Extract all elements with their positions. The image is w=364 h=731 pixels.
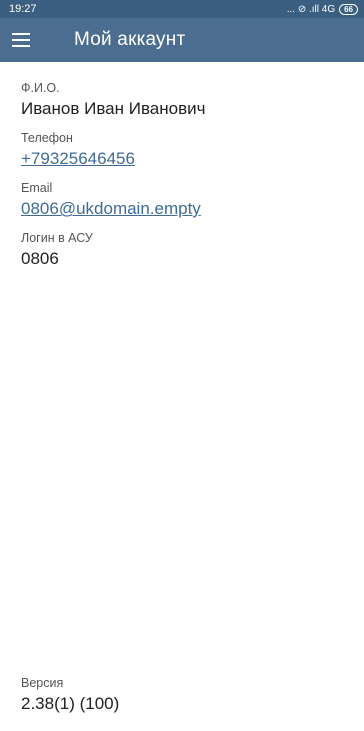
login-field: Логин в АСУ 0806 — [21, 230, 348, 270]
signal-icon: ... ⊘ .ıll 4G — [286, 3, 336, 15]
email-link[interactable]: 0806@ukdomain.empty — [21, 198, 348, 220]
version-label: Версия — [21, 676, 64, 690]
battery-icon: 66 — [339, 3, 358, 15]
account-details: Ф.И.О. Иванов Иван Иванович Телефон +793… — [21, 80, 348, 280]
version-info: Версия 2.38(1) (100) — [21, 675, 119, 715]
login-label: Логин в АСУ — [21, 231, 93, 245]
status-bar: 19:27 ... ⊘ .ıll 4G 66 — [0, 0, 364, 18]
phone-field: Телефон +79325646456 — [21, 130, 348, 170]
version-value: 2.38(1) (100) — [21, 694, 120, 713]
email-field: Email 0806@ukdomain.empty — [21, 180, 348, 220]
name-label: Ф.И.О. — [21, 81, 60, 95]
email-label: Email — [21, 181, 53, 195]
phone-label: Телефон — [21, 131, 73, 145]
app-bar: Мой аккаунт — [0, 18, 364, 62]
phone-link[interactable]: +79325646456 — [21, 148, 348, 170]
name-field: Ф.И.О. Иванов Иван Иванович — [21, 80, 348, 120]
hamburger-menu-icon[interactable] — [12, 18, 56, 62]
login-value: 0806 — [21, 249, 59, 268]
status-indicators: ... ⊘ .ıll 4G 66 — [286, 3, 358, 15]
name-value: Иванов Иван Иванович — [21, 99, 206, 118]
status-time: 19:27 — [9, 3, 37, 15]
page-title: Мой аккаунт — [74, 29, 186, 50]
